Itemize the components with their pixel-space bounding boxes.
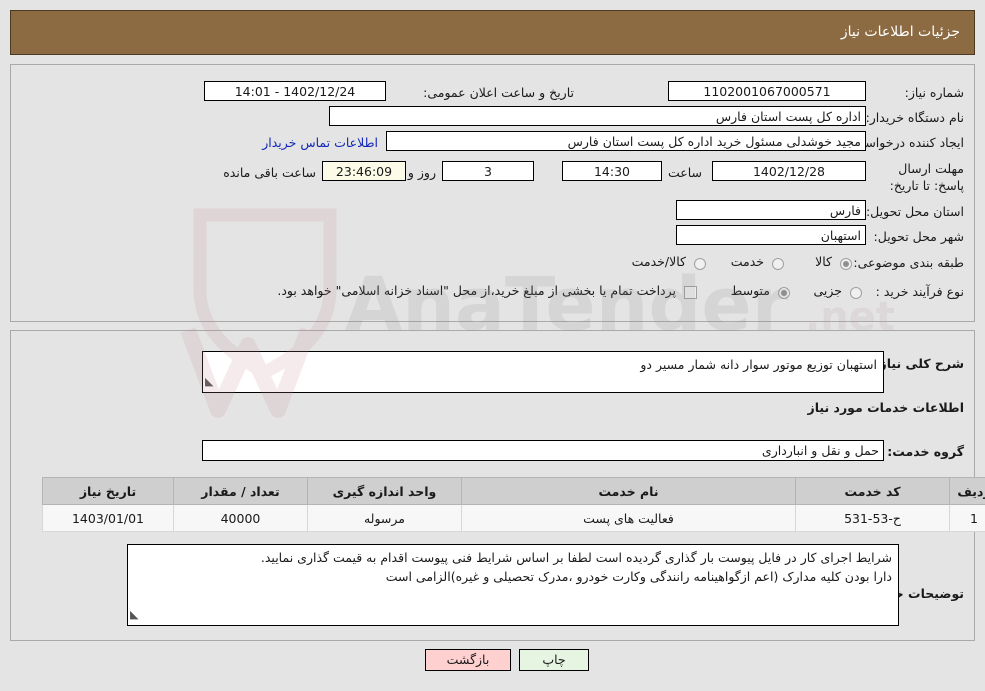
need-number-value: 1102001067000571 [668,81,866,101]
back-button[interactable]: بازگشت [425,649,511,671]
province-label: استان محل تحویل: [865,204,964,219]
radio-label-category-0[interactable]: کالا [815,254,832,269]
deadline-days-value: 3 [442,161,534,181]
table-header-row: ردیف کد خدمت نام خدمت واحد اندازه گیری ت… [42,477,985,505]
cell-name: فعالیت های پست [461,504,796,532]
countdown-value: 23:46:09 [322,161,406,181]
announce-datetime-value: 1402/12/24 - 14:01 [204,81,386,101]
category-label: طبقه بندی موضوعی: [853,255,964,270]
tender-details-page: جزئیات اطلاعات نیاز AnaTender .net شماره… [0,0,985,691]
requester-label: ایجاد کننده درخواست: [848,135,964,150]
radio-label-process-0[interactable]: جزیی [813,283,842,298]
radio-label-category-1[interactable]: خدمت [731,254,764,269]
deadline-time-label: ساعت [667,165,702,180]
buyer-notes-textarea[interactable]: شرایط اجرای کار در فایل پیوست بار گذاری … [127,544,899,626]
buyer-notes-line-2: دارا بودن کلیه مدارک (اعم ازگواهینامه را… [385,569,892,584]
radio-process-jozi[interactable] [850,287,862,299]
col-name: نام خدمت [461,477,796,505]
cell-date: 1403/01/01 [42,504,174,532]
col-unit: واحد اندازه گیری [307,477,462,505]
countdown-label: ساعت باقی مانده [223,165,316,180]
resize-grip-icon[interactable]: ◢ [205,372,213,391]
cell-quantity: 40000 [173,504,308,532]
process-label: نوع فرآیند خرید : [875,284,964,299]
deadline-days-label: روز و [407,165,436,180]
radio-label-category-2[interactable]: کالا/خدمت [632,254,686,269]
buyer-org-value: اداره کل پست استان فارس [329,106,866,126]
services-table: ردیف کد خدمت نام خدمت واحد اندازه گیری ت… [42,477,985,532]
page-title: جزئیات اطلاعات نیاز [840,24,960,40]
radio-label-process-1[interactable]: متوسط [731,283,770,298]
service-group-value: حمل و نقل و انبارداری [202,440,884,461]
resize-grip-icon[interactable]: ◢ [130,605,138,624]
need-summary-panel: شماره نیاز: 1102001067000571 تاریخ و ساع… [10,64,975,322]
cell-radif: 1 [949,504,985,532]
deadline-time-value: 14:30 [562,161,662,181]
table-row: 1 ح-53-531 فعالیت های پست مرسوله 40000 1… [42,504,985,532]
city-label: شهر محل تحویل: [873,229,964,244]
radio-category-kala-khedmat[interactable] [694,258,706,270]
radio-category-khedmat[interactable] [772,258,784,270]
requester-value: مجید خوشدلی مسئول خرید اداره کل پست استا… [386,131,866,151]
col-code: کد خدمت [795,477,950,505]
general-desc-value: استهبان توزیع موتور سوار دانه شمار مسیر … [640,357,877,372]
deadline-label: مهلت ارسال پاسخ: تا تاریخ: [889,161,964,193]
deadline-date-value: 1402/12/28 [712,161,866,181]
print-button[interactable]: چاپ [519,649,589,671]
treasury-checkbox[interactable] [684,286,697,299]
radio-process-motevaset[interactable] [778,287,790,299]
col-date: تاریخ نیاز [42,477,174,505]
buyer-contact-link[interactable]: اطلاعات تماس خریدار [262,135,378,150]
treasury-checkbox-label[interactable]: پرداخت تمام یا بخشی از مبلغ خرید،از محل … [277,283,676,298]
col-quantity: تعداد / مقدار [173,477,308,505]
service-group-label: گروه خدمت: [887,444,964,459]
announce-datetime-label: تاریخ و ساعت اعلان عمومی: [423,85,574,100]
buyer-org-label: نام دستگاه خریدار: [865,110,964,125]
page-header-bar: جزئیات اطلاعات نیاز [10,10,975,55]
need-number-label: شماره نیاز: [904,85,964,100]
services-heading: اطلاعات خدمات مورد نیاز [807,400,965,415]
city-value: استهبان [676,225,866,245]
general-desc-label: شرح کلی نیاز: [874,356,964,371]
buyer-notes-line-1: شرایط اجرای کار در فایل پیوست بار گذاری … [260,550,892,565]
col-radif: ردیف [949,477,985,505]
general-desc-textarea[interactable]: استهبان توزیع موتور سوار دانه شمار مسیر … [202,351,884,393]
cell-unit: مرسوله [307,504,462,532]
radio-category-kala[interactable] [840,258,852,270]
province-value: فارس [676,200,866,220]
cell-code: ح-53-531 [795,504,950,532]
